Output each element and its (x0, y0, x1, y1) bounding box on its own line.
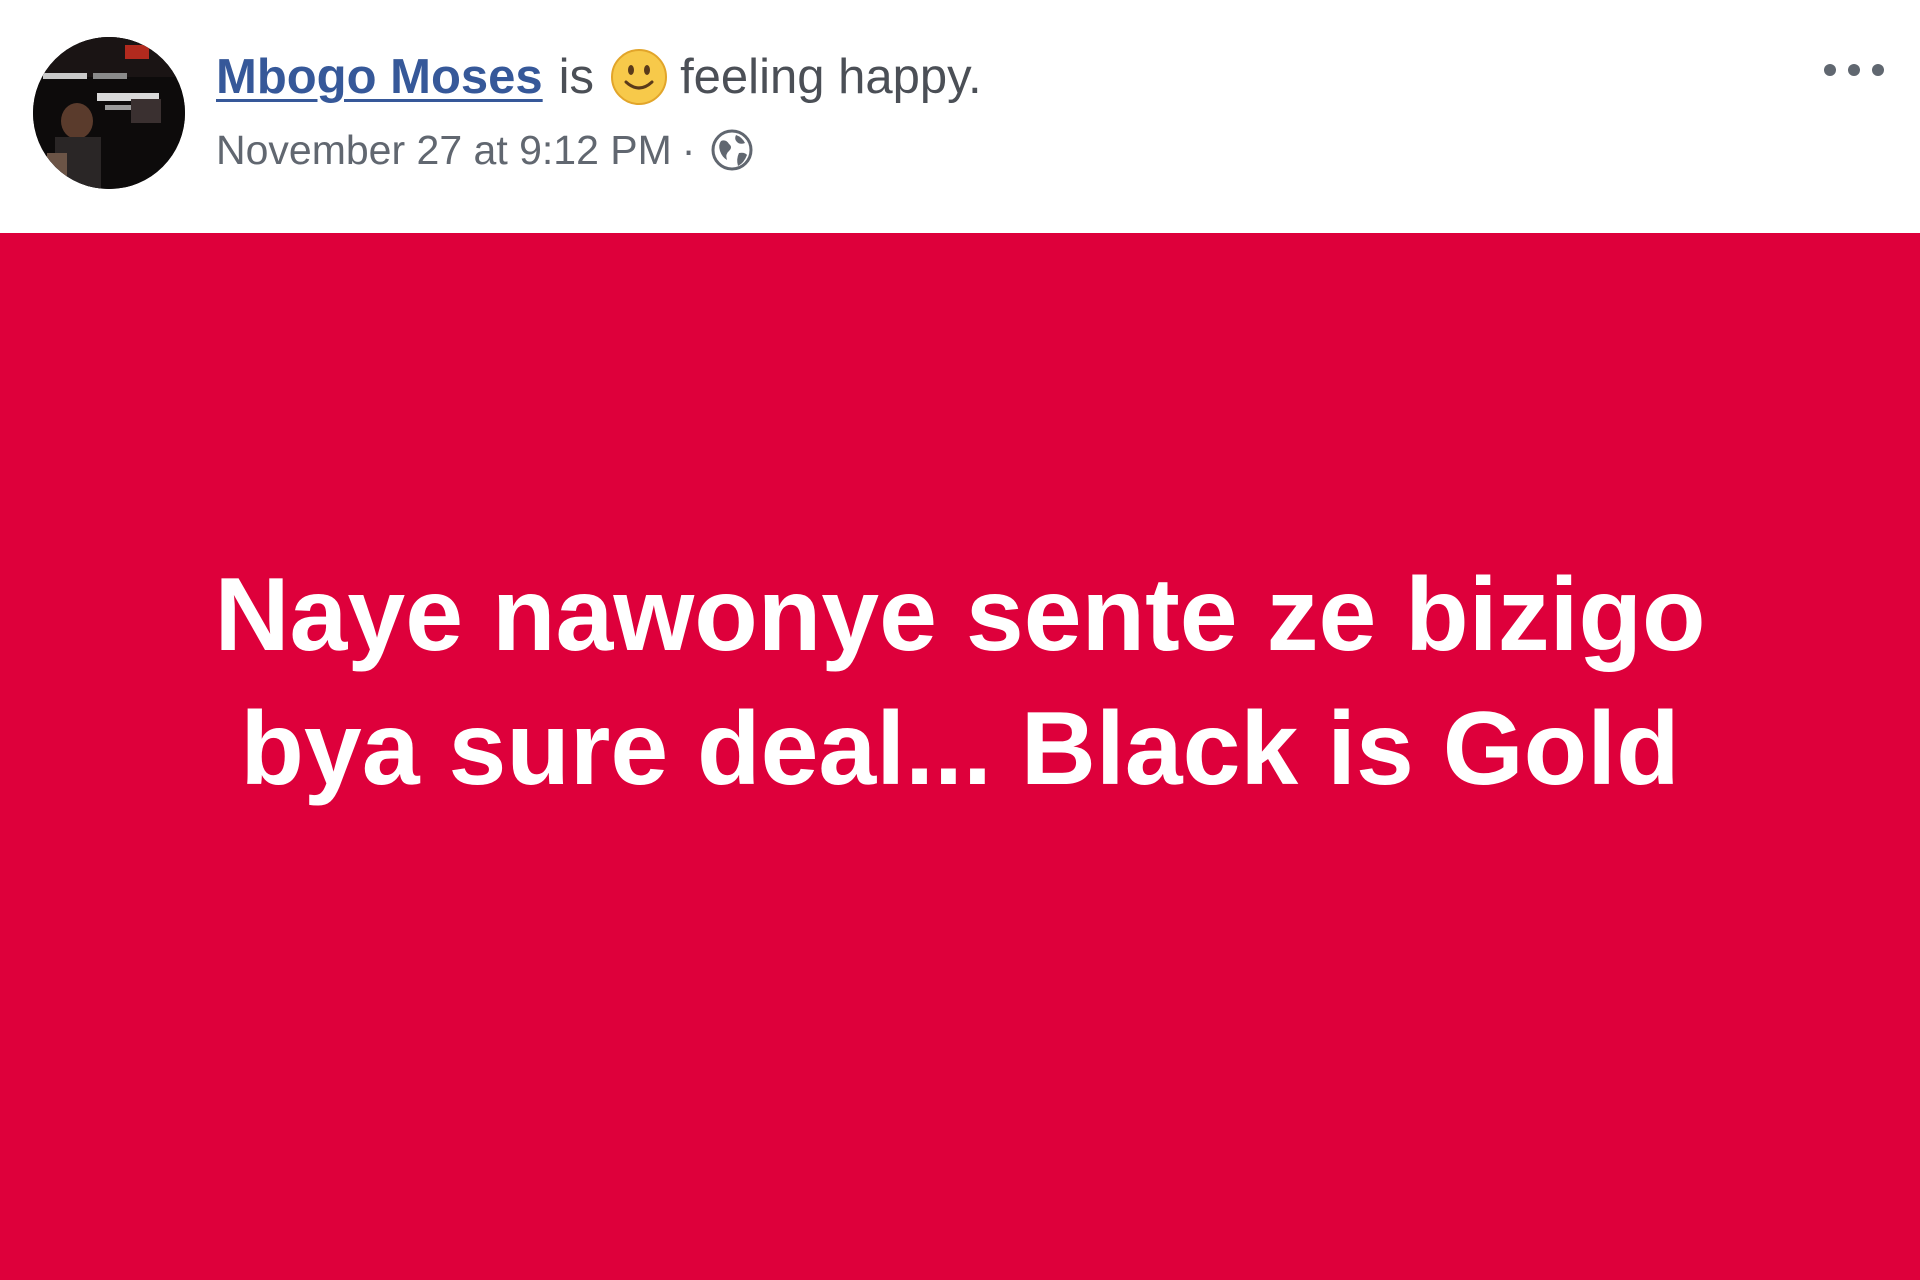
post-text-line: Naye nawonye sente ze bizigo (214, 557, 1706, 673)
post-text-line: bya sure deal... Black is Gold (240, 691, 1680, 807)
post-header: Mbogo Moses is feeling happy. November 2… (0, 0, 1920, 233)
globe-icon[interactable] (709, 127, 755, 173)
facebook-post: Mbogo Moses is feeling happy. November 2… (0, 0, 1920, 1280)
author-avatar[interactable] (33, 37, 185, 189)
post-text: Naye nawonye sente ze bizigo bya sure de… (0, 548, 1920, 816)
more-options-button[interactable] (1812, 50, 1896, 90)
post-timestamp[interactable]: November 27 at 9:12 PM (216, 127, 672, 174)
post-meta: November 27 at 9:12 PM · (216, 124, 755, 176)
avatar-image (33, 37, 185, 189)
more-options-icon (1824, 64, 1884, 76)
smiley-emoji-icon (610, 48, 668, 106)
author-name-link[interactable]: Mbogo Moses (216, 49, 543, 105)
feeling-text: feeling happy. (680, 50, 982, 104)
meta-separator: · (681, 126, 696, 173)
post-header-line: Mbogo Moses is feeling happy. (216, 42, 982, 112)
status-verb: is (558, 50, 595, 104)
